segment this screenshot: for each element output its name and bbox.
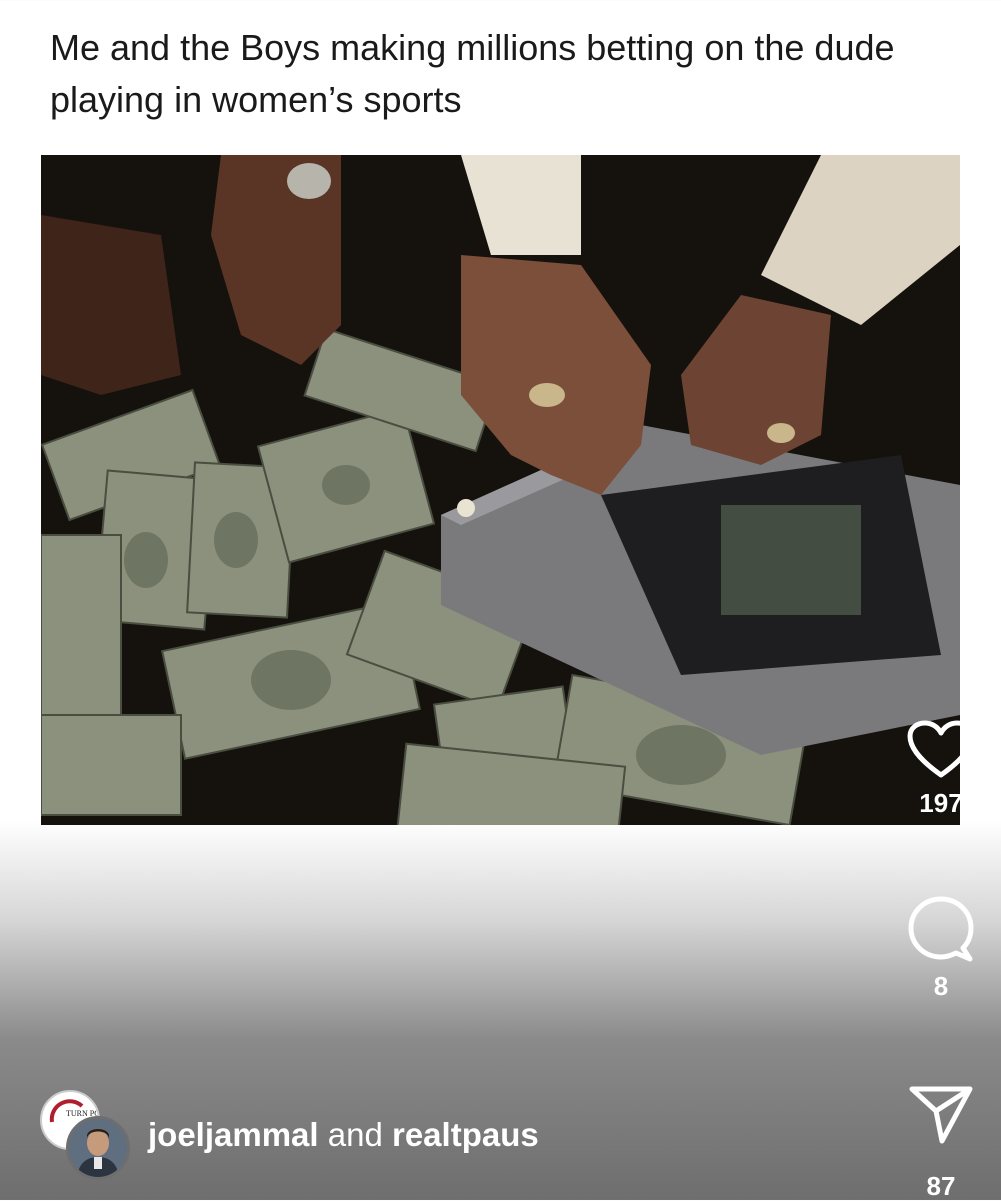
comment-action[interactable]: 8 bbox=[881, 895, 1001, 1002]
author-names[interactable]: joeljammal and realtpaus bbox=[148, 1116, 539, 1154]
author-row[interactable]: TURN POI joeljammal and realtpaus bbox=[40, 1090, 539, 1180]
share-action[interactable]: 87 bbox=[881, 1085, 1001, 1202]
heart-icon[interactable] bbox=[907, 720, 975, 780]
video-frame-money-counting bbox=[41, 155, 960, 825]
like-action[interactable]: 197 bbox=[881, 720, 1001, 819]
author-username-2[interactable]: realtpaus bbox=[392, 1116, 539, 1153]
author-connector: and bbox=[327, 1116, 383, 1153]
comment-count: 8 bbox=[933, 971, 949, 1001]
share-count: 87 bbox=[926, 1171, 956, 1201]
send-icon[interactable] bbox=[908, 1085, 974, 1145]
avatar-joeljammal bbox=[66, 1116, 130, 1180]
author-username-1[interactable]: joeljammal bbox=[148, 1116, 319, 1153]
post-caption: Me and the Boys making millions betting … bbox=[50, 27, 895, 120]
author-avatars[interactable]: TURN POI bbox=[40, 1090, 130, 1180]
post-video[interactable] bbox=[41, 155, 960, 825]
action-bar: 197 8 87 bbox=[881, 0, 1001, 1202]
comment-icon[interactable] bbox=[906, 895, 976, 963]
like-count: 197 bbox=[919, 788, 963, 818]
profile-photo-icon bbox=[69, 1119, 127, 1177]
